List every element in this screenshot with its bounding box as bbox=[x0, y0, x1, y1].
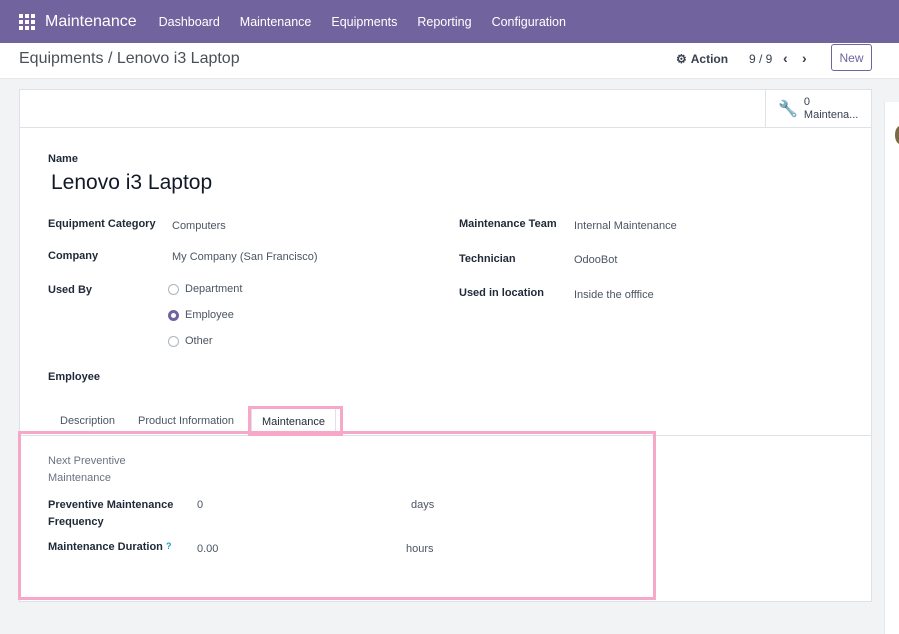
tab-description[interactable]: Description bbox=[60, 415, 115, 427]
menu-dashboard[interactable]: Dashboard bbox=[149, 15, 230, 29]
notebook-tabs: Description Product Information Maintena… bbox=[20, 408, 871, 436]
chevron-left-icon[interactable]: ‹ bbox=[783, 50, 788, 66]
tab-maintenance[interactable]: Maintenance bbox=[251, 408, 336, 436]
app-brand[interactable]: Maintenance bbox=[45, 13, 137, 31]
form-sheet: 🔧 0 Maintena... Name Lenovo i3 Laptop Eq… bbox=[19, 89, 872, 602]
button-box: 🔧 0 Maintena... bbox=[20, 90, 871, 128]
used-by-label: Used By bbox=[48, 284, 93, 296]
name-label: Name bbox=[48, 153, 78, 165]
technician-field[interactable]: OdooBot bbox=[574, 254, 617, 266]
action-button[interactable]: ⚙ Action bbox=[676, 52, 728, 66]
control-panel: Equipments / Lenovo i3 Laptop ⚙ Action 9… bbox=[0, 43, 899, 79]
maintenance-stat-label: Maintena... bbox=[803, 109, 859, 121]
maintenance-stat-button[interactable]: 🔧 0 Maintena... bbox=[765, 90, 871, 128]
wrench-icon: 🔧 bbox=[778, 101, 798, 118]
radio-circle[interactable] bbox=[168, 283, 179, 295]
duration-label-text: Maintenance Duration bbox=[48, 541, 163, 553]
action-label: Action bbox=[690, 52, 729, 66]
equipment-category-label: Equipment Category bbox=[48, 218, 156, 230]
breadcrumb[interactable]: Equipments / Lenovo i3 Laptop bbox=[19, 50, 240, 68]
duration-field[interactable]: 0.00 bbox=[197, 543, 218, 555]
menu-configuration[interactable]: Configuration bbox=[482, 15, 576, 29]
pager-value[interactable]: 9 / 9 bbox=[749, 52, 772, 66]
company-label: Company bbox=[48, 250, 99, 262]
radio-other[interactable]: Other bbox=[168, 335, 213, 347]
technician-label: Technician bbox=[459, 253, 516, 265]
radio-other-label: Other bbox=[185, 335, 213, 347]
next-preventive-label: Next Preventive Maintenance bbox=[48, 455, 126, 484]
duration-unit: hours bbox=[406, 543, 434, 555]
gear-icon: ⚙ bbox=[676, 52, 687, 66]
radio-circle-selected[interactable] bbox=[168, 309, 179, 321]
maintenance-team-field[interactable]: Internal Maintenance bbox=[574, 220, 677, 232]
frequency-field[interactable]: 0 bbox=[197, 499, 203, 511]
radio-employee[interactable]: Employee bbox=[168, 309, 234, 321]
used-in-location-field[interactable]: Inside the offfice bbox=[574, 289, 654, 301]
radio-department[interactable]: Department bbox=[168, 283, 242, 295]
maintenance-team-label: Maintenance Team bbox=[459, 218, 557, 230]
help-tooltip-icon[interactable]: ? bbox=[166, 541, 172, 551]
apps-grid-icon[interactable] bbox=[19, 13, 35, 30]
frequency-unit: days bbox=[411, 499, 435, 511]
employee-label: Employee bbox=[48, 371, 100, 383]
company-field[interactable]: My Company (San Francisco) bbox=[172, 251, 318, 263]
radio-employee-label: Employee bbox=[185, 309, 234, 321]
menu-reporting[interactable]: Reporting bbox=[407, 15, 481, 29]
top-navbar: Maintenance Dashboard Maintenance Equipm… bbox=[0, 0, 899, 43]
menu-equipments[interactable]: Equipments bbox=[321, 15, 407, 29]
avatar[interactable] bbox=[895, 126, 899, 144]
new-button[interactable]: New bbox=[831, 44, 872, 71]
radio-department-label: Department bbox=[185, 283, 243, 295]
used-in-location-label: Used in location bbox=[459, 287, 544, 299]
maintenance-count: 0 bbox=[803, 96, 811, 108]
tab-product-information[interactable]: Product Information bbox=[138, 415, 234, 427]
equipment-name[interactable]: Lenovo i3 Laptop bbox=[51, 171, 212, 195]
radio-circle[interactable] bbox=[168, 335, 179, 347]
duration-label: Maintenance Duration ? bbox=[48, 541, 171, 553]
frequency-label: Preventive Maintenance Frequency bbox=[48, 499, 174, 528]
menu-maintenance[interactable]: Maintenance bbox=[230, 15, 322, 29]
chevron-right-icon[interactable]: › bbox=[802, 50, 807, 66]
equipment-category-field[interactable]: Computers bbox=[172, 220, 226, 232]
chatter-panel-edge bbox=[884, 102, 899, 634]
